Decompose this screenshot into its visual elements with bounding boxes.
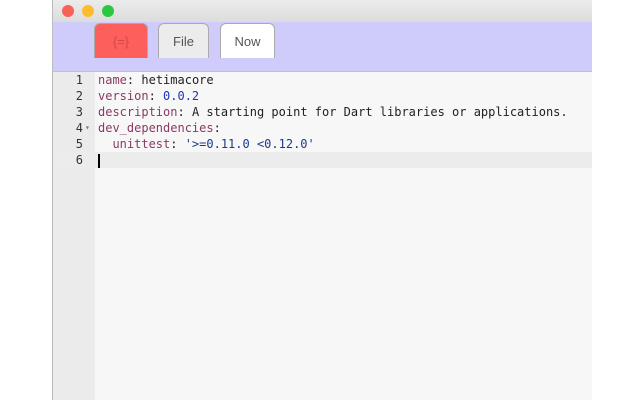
fold-arrow-icon[interactable]: ▾ — [85, 120, 90, 136]
tab-menu[interactable]: {=} — [94, 23, 148, 58]
minimize-button[interactable] — [82, 5, 94, 17]
line-text: dev_dependencies: — [98, 120, 221, 136]
code-editor[interactable]: 1 name: hetimacore 2 version: 0.0.2 3 descrip… — [53, 72, 592, 168]
colon: : — [213, 121, 221, 135]
line-number: 2 — [75, 89, 83, 103]
yaml-key: unittest — [98, 137, 171, 151]
line-text: version: 0.0.2 — [98, 88, 199, 104]
code-line[interactable]: 1 name: hetimacore — [53, 72, 592, 88]
line-text: name: hetimacore — [98, 72, 214, 88]
yaml-key: name — [98, 73, 127, 87]
code-line[interactable]: 4 ▾ dev_dependencies: — [53, 120, 592, 136]
code-line[interactable]: 5 unittest: '>=0.11.0 <0.12.0' — [53, 136, 592, 152]
line-number: 3 — [75, 105, 83, 119]
code-line[interactable]: 6 — [53, 152, 592, 168]
text-cursor — [98, 153, 100, 168]
line-text: unittest: '>=0.11.0 <0.12.0' — [98, 136, 315, 152]
yaml-value: hetimacore — [134, 73, 214, 87]
yaml-key: dev_dependencies — [98, 121, 214, 135]
line-number: 6 — [75, 153, 83, 167]
yaml-value: A starting point for Dart libraries or a… — [184, 105, 568, 119]
code-line[interactable]: 3 description: A starting point for Dart … — [53, 104, 592, 120]
line-text: description: A starting point for Dart l… — [98, 104, 568, 120]
tab-now[interactable]: Now — [220, 23, 275, 58]
colon: : — [177, 105, 185, 119]
yaml-value: '>=0.11.0 <0.12.0' — [177, 137, 315, 151]
app-window: {=} File Now 1 name: hetimacore 2 version: … — [52, 0, 592, 400]
code-line[interactable]: 2 version: 0.0.2 — [53, 88, 592, 104]
line-number: 5 — [75, 137, 83, 151]
yaml-key: version — [98, 89, 149, 103]
tab-bar: {=} File Now — [53, 22, 592, 72]
title-bar — [53, 0, 592, 22]
yaml-key: description — [98, 105, 178, 119]
line-number: 1 — [75, 73, 83, 87]
close-button[interactable] — [62, 5, 74, 17]
colon: : — [148, 89, 156, 103]
yaml-value: 0.0.2 — [155, 89, 200, 103]
maximize-button[interactable] — [102, 5, 114, 17]
line-text — [98, 152, 100, 168]
tab-file[interactable]: File — [158, 23, 209, 58]
line-number: 4 — [75, 121, 83, 135]
